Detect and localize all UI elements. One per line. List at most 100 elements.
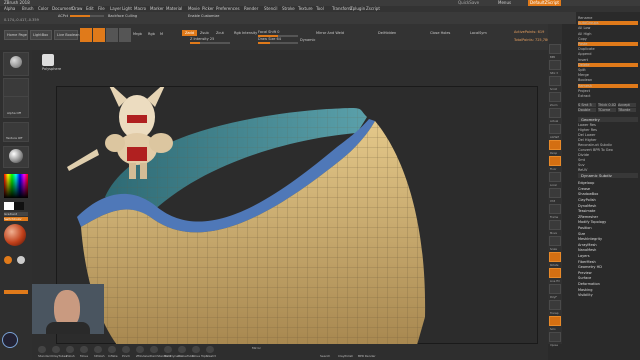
geometry-higher-res[interactable]: Higher Res [578,128,638,132]
geometry-reuv[interactable]: ReUV [578,168,638,172]
red-wax-material-icon[interactable] [4,224,26,246]
scale-button[interactable] [119,28,131,42]
home-page-button[interactable]: Home Page [4,30,28,40]
mrgb-label[interactable]: Mrgb [133,32,142,36]
bottom-claypolish[interactable]: ClayPolish [338,354,353,358]
subtool-append[interactable]: Append [578,52,638,56]
brush-move[interactable] [80,346,88,353]
closeholes-button[interactable]: Close Holes [430,31,450,35]
section-claypolish[interactable]: ClayPolish [578,198,638,202]
viewport[interactable] [56,81,538,345]
light-icon[interactable] [17,256,25,264]
edit-button[interactable] [80,28,92,42]
extract-option[interactable]: Accept [618,103,636,108]
main-color-swatch[interactable] [4,202,14,210]
brush-polish[interactable] [66,346,74,353]
section-dynamesh[interactable]: DynaMesh [578,204,638,208]
brush-curvetube[interactable] [178,346,186,353]
extract-option[interactable]: TBorde [618,108,636,113]
section-shadowbox[interactable]: ShadowBox [578,192,638,196]
mirror-weld-button[interactable]: Mirror And Weld [316,31,344,35]
right-icon-floor[interactable]: Floor [549,156,561,171]
right-icon-line-fill[interactable]: Line Fill [549,268,561,283]
brush-move topo[interactable] [192,346,200,353]
geometry-divide[interactable]: Divide [578,153,638,157]
brush-standard[interactable] [38,346,46,353]
backface-culling-label[interactable]: Backface Culling [108,14,137,18]
geometry-lower-res[interactable]: Lower Res [578,123,638,127]
lightbox-button[interactable]: LightBox [30,30,52,40]
right-icon-zoom[interactable]: Zoom [549,92,561,107]
dynamic-toggle[interactable]: Dynamic [300,38,315,42]
subtool-all-high[interactable]: All High [578,32,638,36]
right-icon-polyf[interactable]: PolyF [549,284,561,299]
section-deformation[interactable]: Deformation [578,282,638,286]
subtool-insert[interactable]: Insert [578,58,638,62]
subtool-all-low[interactable]: All Low [578,26,638,30]
geometry-convert-bpr-to-geo[interactable]: Convert BPR To Geo [578,148,638,152]
brush-inflate[interactable] [108,346,116,353]
section-tessimate[interactable]: Tessimate [578,209,638,213]
move-button[interactable] [106,28,118,42]
section-fibermesh[interactable]: FiberMesh [578,260,638,264]
right-icon-transp[interactable]: Transp [549,300,561,315]
ac-pct-slider[interactable] [70,15,104,17]
alpha-picker[interactable]: Alpha Off [3,96,29,118]
subtool-project[interactable]: Project [578,89,638,93]
geometry-reconstruct-subdiv[interactable]: Reconstruct Subdiv [578,143,638,147]
section-modify-topology[interactable]: Modify Topology [578,220,638,224]
right-icon-local[interactable]: Local [549,172,561,187]
brush-picker[interactable] [3,52,29,76]
focal-shift-label[interactable]: Focal Shift 0 [258,30,279,34]
section-crease[interactable]: Crease [578,187,638,191]
subtool-copy[interactable]: Copy [578,37,638,41]
material-picker[interactable] [3,146,29,168]
live-boolean-button[interactable]: Live Boolean [54,30,79,40]
geometry-smt[interactable]: Smt [578,158,638,162]
draw-size-slider[interactable] [258,42,298,44]
brush-pinch[interactable] [122,346,130,353]
right-icon-spix-3[interactable]: SPix 3 [549,60,561,75]
z-intensity-slider[interactable] [190,42,230,44]
dynamic-subdiv-header[interactable]: Dynamic Subdiv [578,173,638,179]
section-edgeloop[interactable]: Edgeloop [578,181,638,185]
brush-trimdynamic[interactable] [164,346,172,353]
right-icon-bpr[interactable]: BPR [549,44,561,59]
right-icon-actual[interactable]: Actual [549,108,561,123]
section-position[interactable]: Position [578,226,638,230]
mirror-label[interactable]: Mirror [252,346,261,350]
section-geometry-hd[interactable]: Geometry HD [578,265,638,269]
subtool-duplicate[interactable]: Duplicate [578,47,638,51]
subtool-paste[interactable]: Paste [578,42,638,46]
color-picker[interactable] [4,174,28,198]
section-size[interactable]: Size [578,232,638,236]
right-icon-rotate[interactable]: Rotate [549,252,561,267]
draw-button[interactable] [93,28,105,42]
section-zremesher[interactable]: ZRemesher [578,215,638,219]
enable-customize-label[interactable]: Enable Customize [188,14,219,18]
extract-option[interactable]: Thick 0.02 [598,103,616,108]
geometry-suv[interactable]: Suv [578,163,638,167]
subtool-remesh[interactable]: Remesh [578,83,638,88]
secondary-color-swatch[interactable] [14,202,24,210]
geometry-del-higher[interactable]: Del Higher [578,138,638,142]
geometry-del-lower[interactable]: Del Lower [578,133,638,137]
zsub-button[interactable]: Zsub [200,31,209,35]
right-icon-move[interactable]: Move [549,220,561,235]
right-icon-xpose[interactable]: Xpose [549,332,561,347]
section-nanomesh[interactable]: NanoMesh [578,248,638,252]
right-icon-frame[interactable]: Frame [549,204,561,219]
brush-damstandard[interactable] [150,346,158,353]
extract-option[interactable]: TCorne [598,108,616,113]
brush-hpolish[interactable] [94,346,102,353]
brush-claytubes[interactable] [52,346,60,353]
polysphere-thumb-icon[interactable] [42,54,54,66]
bottom-bpr-render[interactable]: BPR Render [358,354,376,358]
subtool-rename[interactable]: Rename [578,16,638,20]
m-label[interactable]: M [160,32,163,36]
subtool-boolean[interactable]: Boolean [578,78,638,82]
right-icon-solo[interactable]: Solo [549,316,561,331]
alternate-button[interactable] [4,290,28,294]
localsym-button[interactable]: LocalSym [470,31,487,35]
texture-picker[interactable]: Texture Off [3,122,29,142]
